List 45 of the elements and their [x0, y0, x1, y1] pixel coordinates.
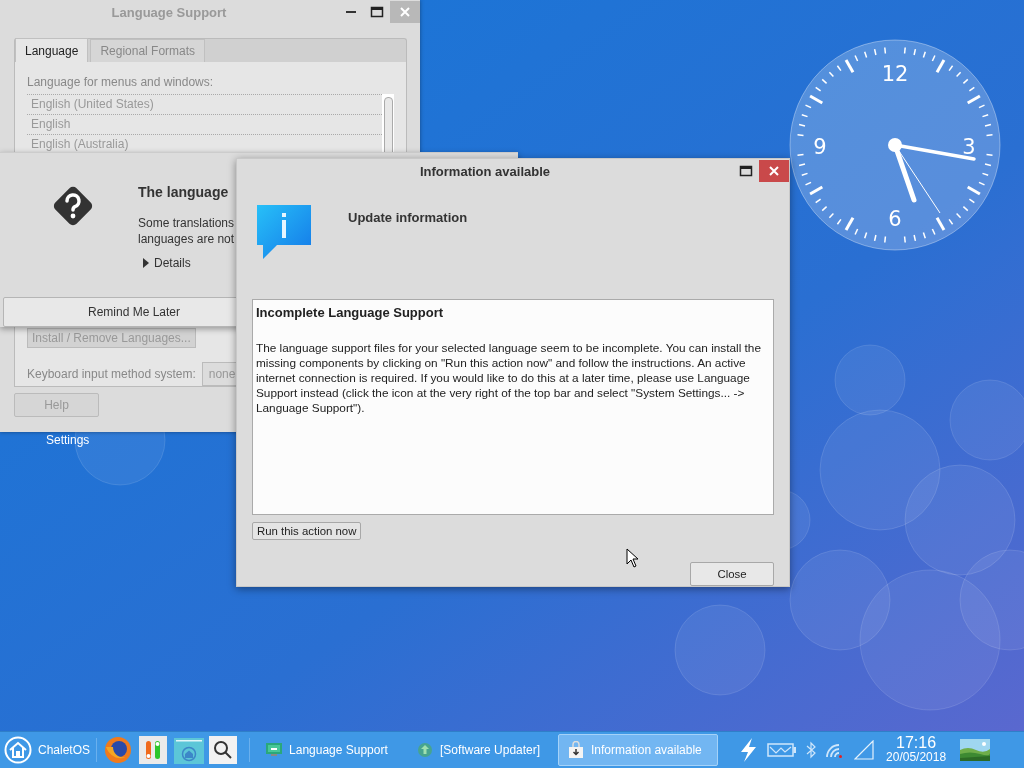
dialog-heading: Update information — [348, 210, 468, 227]
home-icon — [4, 736, 32, 764]
update-icon — [416, 741, 435, 759]
date-text: 20/05/2018 — [886, 750, 947, 765]
mouse-pointer-icon — [626, 548, 639, 568]
dialog-heading: The language — [138, 184, 230, 200]
window-title: Language Support — [110, 4, 228, 20]
start-menu-button[interactable]: ChaletOS — [4, 736, 91, 764]
install-button[interactable]: Install / Remove Languages... — [27, 328, 196, 348]
tab[interactable]: Language — [15, 38, 89, 62]
maximize-icon — [370, 6, 384, 18]
minimize-icon — [346, 11, 356, 13]
lightning-icon[interactable] — [738, 737, 759, 763]
maximize-icon — [739, 165, 753, 177]
list-label: Language for menus and windows: — [27, 75, 215, 91]
time-text: 17:16 — [896, 735, 937, 750]
run-action-button[interactable]: Run this action now — [252, 522, 362, 541]
help-button[interactable]: Help — [14, 393, 99, 417]
clock-numeral: 3 — [962, 135, 976, 159]
battery-icon[interactable] — [767, 742, 798, 758]
bluetooth-icon[interactable] — [806, 741, 817, 759]
taskbar-button[interactable]: Information available — [558, 734, 719, 766]
close-icon — [399, 6, 411, 18]
monitor-icon — [265, 741, 284, 759]
clock-widget[interactable]: 17:16 20/05/2018 — [886, 735, 947, 765]
message-title: Incomplete Language Support — [256, 305, 445, 320]
window-title: Information available — [418, 163, 551, 179]
dialog-text: languages are not — [138, 231, 235, 247]
clock-numeral: 9 — [813, 135, 827, 159]
clock-numeral: 6 — [888, 207, 902, 231]
folder-icon — [173, 735, 206, 765]
tab[interactable]: Regional Formats — [90, 39, 206, 62]
message-text: The language support files for your selected language seem to be incomplete. You can install the missing components by clicking on "Run this action now" and follow the instructions. An active internet connection is required. If you would like to do this at a later time, please use Language Support instead (click the icon at the very right of the top bar and select "System Settings... -> Language Support"). — [256, 341, 762, 416]
dialog-text: Some translations — [138, 215, 235, 231]
details-expander[interactable]: Details — [143, 256, 235, 270]
desktop-icon-label[interactable]: Settings — [46, 433, 90, 447]
field-label: Keyboard input method system: — [27, 367, 196, 381]
close-button[interactable]: Close — [690, 562, 774, 586]
close-button[interactable] — [759, 160, 789, 182]
package-icon — [567, 741, 586, 759]
signal-icon[interactable] — [854, 740, 875, 760]
close-icon — [768, 165, 780, 177]
taskbar-button[interactable]: [Software Updater] — [407, 734, 553, 766]
clock-numeral: 12 — [881, 62, 909, 86]
taskbar-button[interactable]: Language Support — [256, 734, 402, 766]
